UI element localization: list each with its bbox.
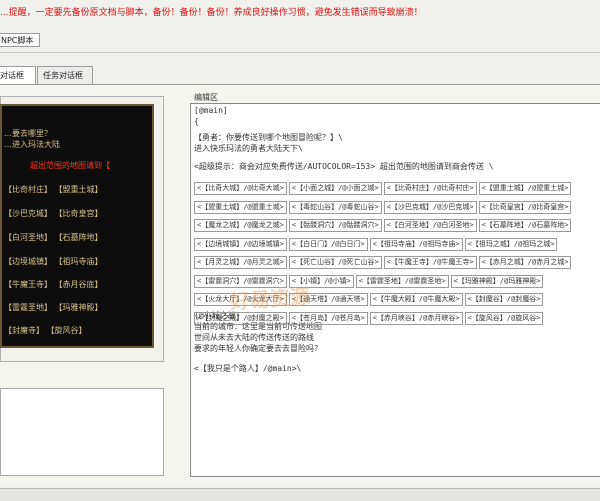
warning-banner: ...提醒，一定要先备份原文档与脚本，备份！备份！备份！养成良好操作习惯，避免发…	[0, 8, 423, 18]
window-tab[interactable]: NPC脚本	[0, 33, 40, 47]
command-row: <【盟重土城】/@盟重土城> <【毒蛇山谷】/@毒蛇山谷> <【沙巴克城】/@沙巴克…	[194, 200, 573, 214]
preview-line: 【沙巴克城】 【比奇皇宫】	[4, 209, 103, 218]
teleport-command[interactable]: <【盟重土城】/@盟重土城>	[478, 182, 572, 195]
teleport-command[interactable]: <【祖玛之城】/@祖玛之城>	[464, 237, 558, 251]
editor-line: 要求的年轻人你确定要去去冒险吗？	[194, 344, 322, 353]
teleport-command[interactable]: <【魔龙之城】/@魔龙之城>	[194, 219, 287, 232]
preview-line: 【边境城镇】 【祖玛寺庙】	[4, 257, 103, 266]
editor-line: <超级提示：商会对应免费传送/AUTOCOLOR=153> 超出范围的地图请到商…	[194, 162, 494, 171]
command-row: <【边境城镇】/@边境城镇> <【白日门】/@白日门> <【祖玛寺庙】/@祖玛寺庙>…	[194, 237, 559, 251]
teleport-command[interactable]: <【比奇村庄】/@比奇村庄>	[383, 182, 477, 195]
preview-line: 【雷霆圣地】 【玛雅神殿】	[4, 303, 103, 312]
teleport-command[interactable]: <【月灵之城】/@月灵之城>	[194, 256, 287, 269]
teleport-command[interactable]: <【封魔谷】/@封魔谷>	[464, 293, 544, 306]
preview-line: …要去哪里？	[4, 129, 52, 138]
teleport-command[interactable]: <【赤月之城】/@赤月之城>	[478, 256, 572, 269]
preview-line: 【白河圣地】 【石墓阵地】	[4, 233, 103, 242]
teleport-command[interactable]: <【祖玛寺庙】/@祖玛寺庙>	[369, 237, 463, 251]
editor-title: 编辑区	[194, 93, 218, 102]
editor-line: [@main]	[194, 106, 228, 115]
editor-line: {	[194, 117, 199, 126]
teleport-command[interactable]: <【白河圣地】/@白河圣地>	[383, 219, 477, 232]
command-row: <【魔龙之城】/@魔龙之城> <【骷髅洞穴】/@骷髅洞穴> <【白河圣地】/@白河圣…	[194, 219, 573, 232]
teleport-command[interactable]: <【旋风谷】/@旋风谷>	[464, 311, 544, 325]
teleport-command[interactable]: <【石墓阵地】/@石墓阵地>	[478, 219, 572, 232]
tab-task-dialog[interactable]: 任务对话框	[37, 66, 93, 84]
status-bar	[0, 488, 600, 501]
teleport-command[interactable]: <【骷髅洞穴】/@骷髅洞穴>	[288, 219, 382, 232]
teleport-command[interactable]: <【牛魔大殿】/@牛魔大殿>	[369, 293, 463, 306]
editor-line: 进入快乐玛法的勇者大陆天下\	[194, 144, 303, 153]
teleport-command[interactable]: <【牛魔王寺】/@牛魔王寺>	[383, 256, 477, 269]
teleport-command[interactable]: <【雷霆圣地】/@雷霆圣地>	[355, 274, 449, 288]
teleport-command[interactable]: <【苍月岛】/@苍月岛>	[288, 311, 368, 325]
teleport-command[interactable]: <【盟重土城】/@盟重土城>	[194, 200, 287, 214]
preview-line: 【比奇村庄】 【盟重土城】	[4, 185, 103, 194]
dialog-preview: …要去哪里？ …进入玛法大陆超出范围的地图请到【【比奇村庄】 【盟重土城】 【沙巴克…	[0, 104, 154, 348]
watermark: 好易资源	[229, 284, 311, 314]
tab-dialog[interactable]: 对话框	[0, 66, 36, 85]
teleport-command[interactable]: <【玛雅神殿】/@玛雅神殿>	[450, 274, 544, 288]
preview-line: 超出范围的地图请到【	[30, 161, 110, 170]
teleport-command[interactable]: <【毒蛇山谷】/@毒蛇山谷>	[288, 200, 382, 214]
editor-line: 世间从未去大陆的传送传送的路线	[194, 333, 314, 342]
teleport-command[interactable]: <【沙巴克城】/@沙巴克城>	[383, 200, 477, 214]
teleport-command[interactable]: <【比奇大城】/@比奇大城>	[194, 182, 287, 195]
preview-line: 【牛魔王寺】 【赤月谷底】	[4, 280, 103, 289]
separator	[0, 52, 600, 53]
editor-line: <【我只是个路人】/@main>\	[194, 364, 302, 373]
teleport-command[interactable]: <【边境城镇】/@边境城镇>	[194, 237, 287, 251]
command-row: <【月灵之城】/@月灵之城> <【死亡山谷】/@死亡山谷> <【牛魔王寺】/@牛魔王…	[194, 256, 573, 269]
teleport-command[interactable]: <【死亡山谷】/@死亡山谷>	[288, 256, 382, 269]
preview-line: 【封魔寺】 【旋风谷】	[4, 326, 87, 335]
left-info-box[interactable]	[0, 388, 164, 476]
preview-line: …进入玛法大陆	[4, 140, 60, 149]
teleport-command[interactable]: <【比奇皇宫】/@比奇皇宫>	[478, 200, 572, 214]
teleport-command[interactable]: <【赤月峡谷】/@赤月峡谷>	[369, 311, 463, 325]
editor-line: 【勇者：你要传送到哪个地图冒险呢？】\	[194, 133, 343, 142]
teleport-command[interactable]: <【白日门】/@白日门>	[288, 237, 368, 251]
command-row: <【比奇大城】/@比奇大城> <【小面之城】/@小面之城> <【比奇村庄】/@比奇村…	[194, 182, 573, 195]
teleport-command[interactable]: <【小面之城】/@小面之城>	[288, 182, 382, 195]
